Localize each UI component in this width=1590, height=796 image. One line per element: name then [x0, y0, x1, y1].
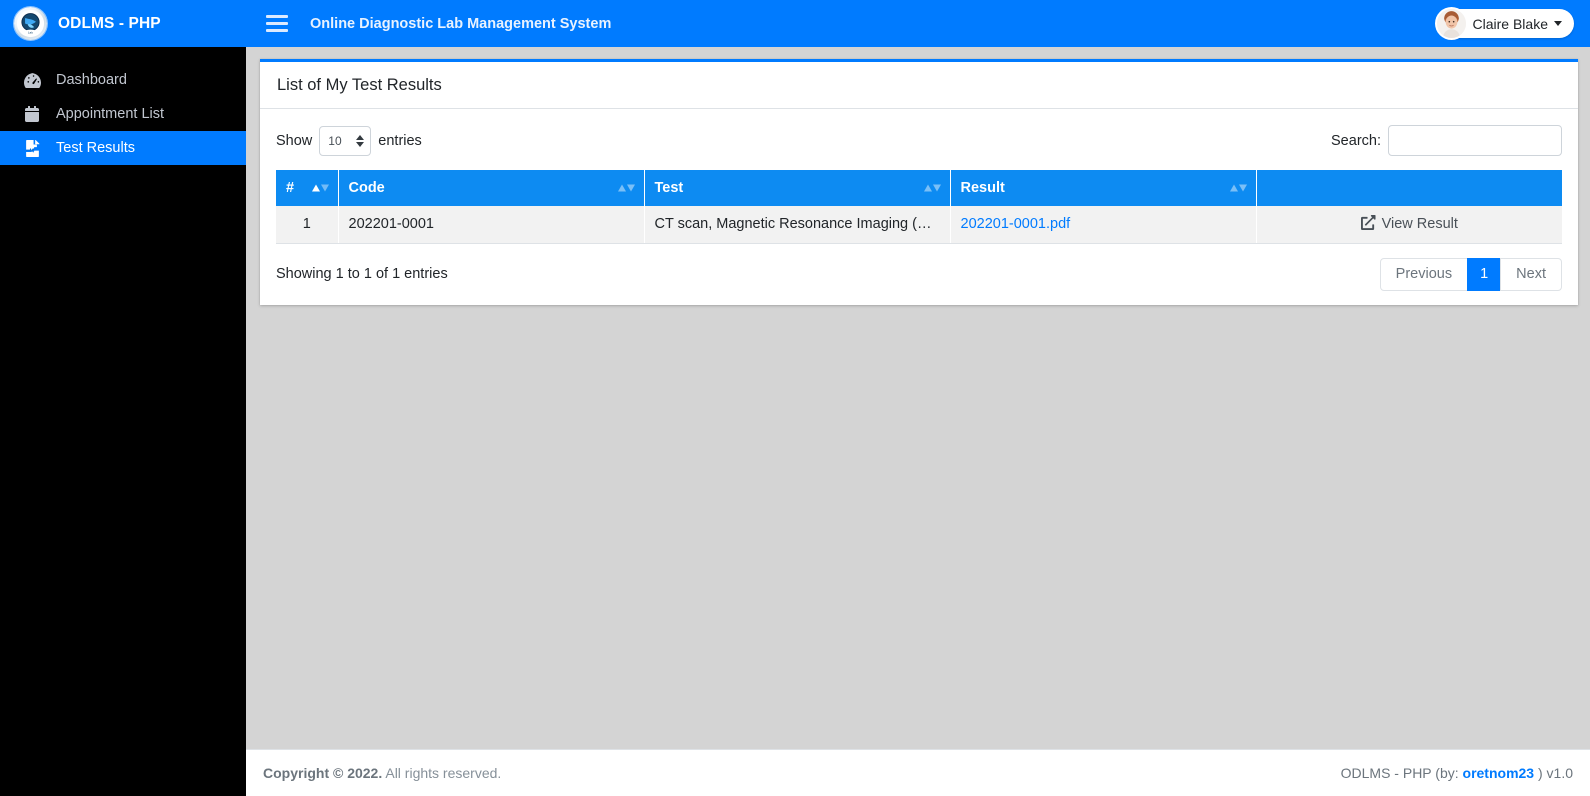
column-header-test[interactable]: Test	[644, 170, 951, 206]
cell-test: CT scan, Magnetic Resonance Imaging (MR…	[644, 206, 951, 244]
table-info: Showing 1 to 1 of 1 entries	[276, 266, 448, 282]
hamburger-icon[interactable]	[266, 15, 288, 32]
column-header-index[interactable]: #	[276, 170, 339, 206]
sidebar-item-label: Appointment List	[56, 106, 165, 122]
sort-icon	[617, 184, 635, 192]
sidebar-item-test-results[interactable]: Test Results	[0, 131, 246, 165]
cell-code: 202201-0001	[338, 206, 645, 244]
footer-version: ODLMS - PHP (by: oretnom23 ) v1.0	[1341, 765, 1573, 781]
sidebar-item-dashboard[interactable]: Dashboard	[0, 63, 246, 97]
search-label: Search:	[1331, 132, 1381, 149]
column-header-result[interactable]: Result	[950, 170, 1257, 206]
sidebar-item-appointment-list[interactable]: Appointment List	[0, 97, 246, 131]
column-label: Result	[960, 180, 1005, 196]
sidebar-nav: Dashboard Appointment List Test Results	[0, 47, 246, 165]
sort-icon	[1229, 184, 1247, 192]
table-body: 1 202201-0001 CT scan, Magnetic Resonanc…	[276, 206, 1562, 244]
column-label: Test	[654, 180, 684, 196]
search-input[interactable]	[1388, 125, 1562, 156]
pagination-previous[interactable]: Previous	[1379, 257, 1469, 291]
table-header-row: # Code Test Result	[276, 170, 1562, 206]
test-results-card: List of My Test Results Show 10 entries …	[260, 59, 1578, 305]
svg-text:Lab: Lab	[28, 31, 33, 35]
cell-actions: View Result	[1256, 206, 1562, 244]
footer-copyright-rest: All rights reserved.	[385, 765, 502, 781]
view-result-button[interactable]: View Result	[1360, 214, 1458, 234]
entries-label: entries	[378, 132, 422, 149]
card-body: Show 10 entries Search: # Code Test Resu…	[260, 109, 1578, 305]
sidebar-brand[interactable]: Lab ODLMS - PHP	[0, 0, 246, 47]
external-link-icon	[1360, 214, 1376, 234]
search-control: Search:	[1331, 125, 1562, 156]
sidebar-item-label: Dashboard	[56, 72, 127, 88]
footer-copyright: Copyright © 2022. All rights reserved.	[263, 765, 501, 781]
cell-result: 202201-0001.pdf	[950, 206, 1257, 244]
sort-icon	[923, 184, 941, 192]
entries-select[interactable]: 10	[319, 125, 372, 156]
sidebar-item-label: Test Results	[56, 140, 135, 156]
card-header: List of My Test Results	[260, 62, 1578, 109]
pagination-page-1[interactable]: 1	[1467, 257, 1502, 291]
app-title: Online Diagnostic Lab Management System	[310, 15, 612, 32]
view-result-label: View Result	[1381, 216, 1458, 233]
tachometer-icon	[22, 70, 42, 90]
pagination-next[interactable]: Next	[1500, 257, 1562, 291]
calendar-icon	[22, 104, 42, 124]
table-head: # Code Test Result	[276, 170, 1562, 206]
column-label: #	[286, 180, 295, 196]
brand-name: ODLMS - PHP	[58, 14, 161, 32]
footer-copyright-bold: Copyright © 2022.	[263, 765, 383, 781]
footer-version-prefix: ODLMS - PHP (by:	[1340, 765, 1459, 781]
sort-icon	[311, 184, 329, 192]
test-results-table: # Code Test Result 1 202201-0001 CT scan…	[276, 170, 1562, 244]
column-label: Code	[348, 180, 385, 196]
sidebar: Lab ODLMS - PHP Dashboard Appointment Li…	[0, 0, 246, 796]
app-root: Lab ODLMS - PHP Dashboard Appointment Li…	[0, 0, 1590, 796]
entries-length-control: Show 10 entries	[276, 125, 422, 156]
show-label: Show	[276, 132, 313, 149]
user-menu-dropdown[interactable]: Claire Blake	[1436, 9, 1574, 38]
caret-down-icon	[1554, 21, 1562, 26]
datatable-footer: Showing 1 to 1 of 1 entries Previous 1 N…	[276, 257, 1562, 291]
result-file-link[interactable]: 202201-0001.pdf	[961, 216, 1071, 232]
pagination: Previous 1 Next	[1379, 257, 1562, 291]
datatable-controls: Show 10 entries Search:	[276, 125, 1562, 156]
table-row: 1 202201-0001 CT scan, Magnetic Resonanc…	[276, 206, 1562, 244]
cell-index: 1	[276, 206, 339, 244]
top-navbar: Online Diagnostic Lab Management System …	[246, 0, 1590, 47]
footer-version-suffix: ) v1.0	[1537, 765, 1573, 781]
page-footer: Copyright © 2022. All rights reserved. O…	[246, 749, 1590, 796]
lab-globe-logo-icon: Lab	[14, 7, 47, 40]
page-title: List of My Test Results	[277, 75, 442, 94]
user-avatar-icon	[1436, 9, 1466, 38]
user-name: Claire Blake	[1472, 15, 1548, 32]
footer-author-link[interactable]: oretnom23	[1463, 765, 1535, 781]
content-area: List of My Test Results Show 10 entries …	[246, 47, 1590, 749]
column-header-actions	[1256, 170, 1562, 206]
column-header-code[interactable]: Code	[338, 170, 645, 206]
file-waveform-icon	[22, 138, 42, 158]
